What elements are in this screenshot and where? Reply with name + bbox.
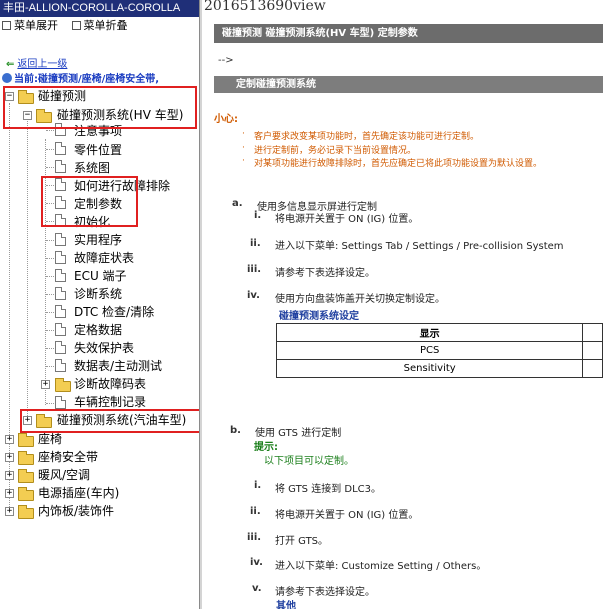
tree-item-diagnostic-system[interactable]: 诊断系统	[74, 285, 122, 303]
caution-item: 客户要求改变某项功能时，首先确定该功能可进行定制。	[242, 129, 479, 142]
page-header: 碰撞预测 碰撞预测系统(HV 车型) 定制参数	[214, 24, 603, 43]
document-icon	[55, 341, 66, 354]
document-icon	[55, 287, 66, 300]
tree-item-dtc-check-clear[interactable]: DTC 检查/清除	[74, 303, 154, 321]
tree-item-ecu-terminals[interactable]: ECU 端子	[74, 267, 127, 285]
tree-item-utility[interactable]: 实用程序	[74, 231, 122, 249]
nav-pane: 丰田-ALLION-COROLLA-COROLLA 菜单展开 菜单折叠 ⇐ 返回上…	[0, 0, 199, 609]
step-label: a.	[232, 198, 243, 209]
table-header: 显示	[275, 323, 584, 342]
caution-item: 进行定制前，务必记录下当前设置情况。	[242, 143, 416, 156]
expand-menu-button[interactable]: 菜单展开	[2, 17, 58, 35]
tree-item-data-list-active-test[interactable]: 数据表/主动测试	[74, 357, 162, 375]
tree-item-seat-belts[interactable]: 座椅安全带	[38, 448, 98, 466]
document-icon	[55, 396, 66, 409]
back-arrow-icon: ⇐	[6, 59, 15, 70]
document-icon	[55, 233, 66, 246]
substep-number: iii.	[247, 264, 262, 275]
expand-toggle[interactable]: +	[5, 489, 14, 498]
step-title: 使用 GTS 进行定制	[255, 428, 342, 439]
substep-text: 请参考下表选择设定。	[275, 587, 375, 598]
settings-table: 显示 PCS Sensitivity	[275, 323, 603, 378]
collapse-icon	[71, 21, 81, 30]
document-icon	[55, 269, 66, 282]
folder-icon	[18, 469, 34, 483]
substep-text: 打开 GTS。	[275, 536, 329, 547]
substep-number: iv.	[247, 290, 260, 301]
folder-icon	[18, 487, 34, 501]
tree-item-fail-safe-table[interactable]: 失效保护表	[74, 339, 134, 357]
table-cell: PCS	[275, 341, 584, 360]
substep-number: i.	[254, 210, 262, 221]
substep-number: ii.	[250, 238, 261, 249]
substep-text: 将 GTS 连接到 DLC3。	[275, 484, 382, 495]
expand-toggle[interactable]: +	[5, 507, 14, 516]
document-icon	[55, 142, 66, 155]
tree-item-system-diagram[interactable]: 系统图	[74, 159, 110, 177]
substep-text: 将电源开关置于 ON (IG) 位置。	[275, 510, 419, 521]
document-icon	[55, 305, 66, 318]
highlight-box	[3, 86, 197, 129]
caution-label: 小心:	[214, 114, 238, 125]
substep-text: 进入以下菜单: Settings Tab / Settings / Pre-co…	[275, 241, 564, 252]
current-location: 当前:碰撞预测/座椅/座椅安全带,	[2, 70, 159, 85]
substep-text: 使用方向盘装饰盖开关切换定制设定。	[275, 294, 445, 305]
expand-toggle[interactable]: +	[5, 435, 14, 444]
page-id: 2016513690view	[204, 0, 326, 14]
highlight-box	[41, 176, 138, 227]
other-caption: 其他	[276, 601, 296, 609]
location-icon	[2, 73, 12, 83]
window-title: 丰田-ALLION-COROLLA-COROLLA	[0, 0, 199, 17]
arrow-text: -->	[218, 55, 234, 66]
substep-number: iii.	[247, 532, 262, 543]
substep-number: i.	[254, 480, 262, 491]
expand-toggle[interactable]: +	[5, 453, 14, 462]
tree-item-freeze-frame[interactable]: 定格数据	[74, 321, 122, 339]
folder-icon	[18, 505, 34, 519]
back-link[interactable]: ⇐ 返回上一级	[6, 55, 67, 70]
substep-number: iv.	[250, 557, 263, 568]
tree-guide	[27, 121, 28, 418]
expand-toggle[interactable]: +	[5, 471, 14, 480]
content-pane: 2016513690view 碰撞预测 碰撞预测系统(HV 车型) 定制参数 -…	[202, 0, 603, 609]
substep-text: 请参考下表选择设定。	[275, 268, 375, 279]
tree-item-hvac[interactable]: 暖风/空调	[38, 466, 90, 484]
folder-icon	[18, 451, 34, 465]
collapse-menu-button[interactable]: 菜单折叠	[71, 17, 128, 35]
substep-text: 进入以下菜单: Customize Setting / Others。	[275, 561, 487, 572]
tree-item-symptom-table[interactable]: 故障症状表	[74, 249, 134, 267]
tree-item-power-outlet[interactable]: 电源插座(车内)	[38, 484, 119, 502]
caution-item: 对某项功能进行故障排除时，首先应确定已将此项功能设置为默认设置。	[242, 156, 542, 169]
substep-number: v.	[252, 583, 262, 594]
step-label: b.	[230, 425, 241, 436]
hint-text: 以下项目可以定制。	[264, 456, 354, 467]
tree-item-dtc-chart[interactable]: 诊断故障码表	[74, 375, 146, 393]
document-icon	[55, 160, 66, 173]
folder-icon	[55, 378, 71, 392]
expand-toggle[interactable]: +	[41, 380, 50, 389]
document-icon	[55, 323, 66, 336]
section-title: 定制碰撞预测系统	[214, 76, 603, 93]
tree-item-interior-trim[interactable]: 内饰板/装饰件	[38, 502, 114, 520]
toolbar: 菜单展开 菜单折叠	[0, 17, 199, 35]
substep-text: 将电源开关置于 ON (IG) 位置。	[275, 214, 419, 225]
tree-guide	[9, 103, 10, 511]
table-caption: 碰撞预测系统设定	[279, 311, 359, 322]
hint-label: 提示:	[254, 442, 278, 453]
folder-icon	[18, 433, 34, 447]
document-icon	[55, 359, 66, 372]
tree-item-parts-location[interactable]: 零件位置	[74, 141, 122, 159]
highlight-box	[20, 409, 199, 433]
substep-number: ii.	[250, 506, 261, 517]
table-cell: Sensitivity	[275, 359, 584, 378]
expand-icon	[2, 21, 11, 30]
document-icon	[55, 251, 66, 264]
